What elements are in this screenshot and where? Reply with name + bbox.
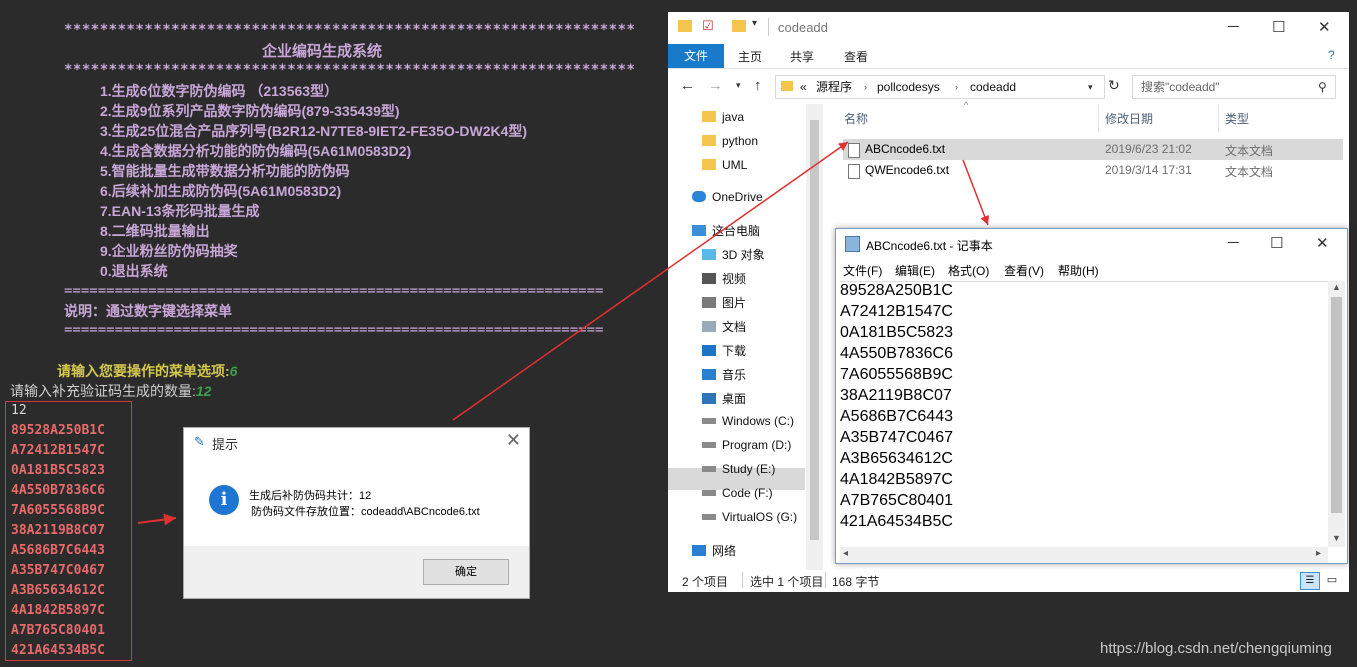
arrow-to-dialog bbox=[137, 513, 177, 526]
watermark: https://blog.csdn.net/chengqiuming bbox=[1100, 640, 1332, 657]
annotation-arrows bbox=[137, 141, 989, 526]
arrow-to-file bbox=[452, 141, 849, 421]
arrow-to-notepad bbox=[962, 159, 989, 226]
